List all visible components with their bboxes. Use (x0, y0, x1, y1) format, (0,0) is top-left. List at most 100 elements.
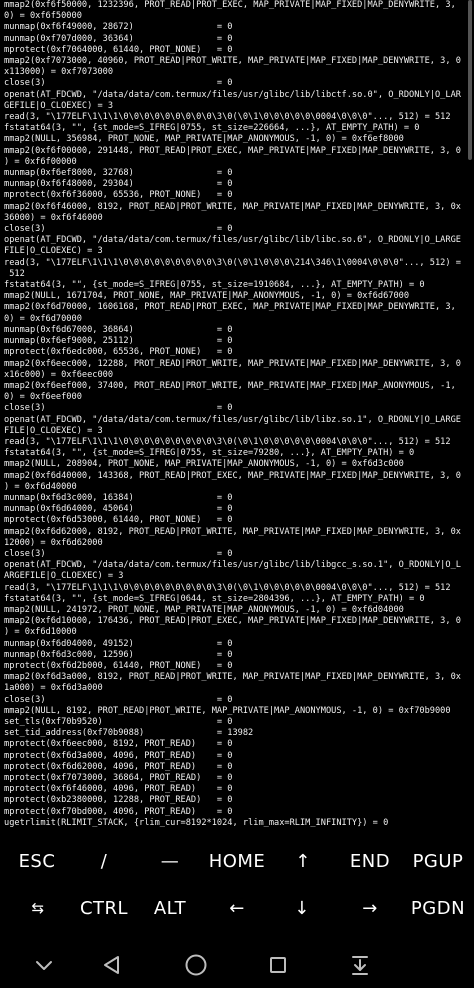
terminal-line: openat(AT_FDCWD, "/data/data/com.termux/… (4, 235, 461, 246)
terminal-line: fstatat64(3, "", {st_mode=S_IFREG|0755, … (4, 123, 420, 134)
terminal-output[interactable]: mmap2(0xf6f50000, 1232396, PROT_READ|PRO… (4, 0, 470, 832)
key-home-label: HOME (208, 850, 266, 872)
terminal-line: close(3) = 0 (4, 224, 233, 235)
terminal-line: mmap2(0xf7073000, 40960, PROT_READ|PROT_… (4, 56, 461, 67)
terminal-line: openat(AT_FDCWD, "/data/data/com.termux/… (4, 560, 461, 571)
key-slash[interactable]: / (74, 836, 134, 886)
terminal-line: read(3, "\177ELF\1\1\1\0\0\0\0\0\0\0\0\0… (4, 257, 461, 268)
terminal-line: GEFILE|O_CLOEXEC) = 3 (4, 100, 114, 111)
key-pgup-label: PGUP (412, 850, 464, 872)
terminal-line: 0) = 0xf6eef000 (4, 392, 82, 403)
terminal-line: mmap2(0xf6d10000, 176436, PROT_READ|PROT… (4, 616, 461, 627)
terminal-line: mprotect(0xf6eec000, 8192, PROT_READ) = … (4, 739, 233, 750)
key-esc[interactable]: ESC (0, 836, 74, 886)
terminal-line: ugetrlimit(RLIMIT_STACK, {rlim_cur=8192*… (4, 817, 389, 828)
key-down[interactable]: ↓ (266, 883, 338, 933)
extra-keys-bar: ESC / — HOME ↑ END PGUP ⇆ CTRL ALT ← ↓ → PGDN (0, 832, 474, 942)
terminal-line: ARGEFILE|O_CLOEXEC) = 3 (4, 571, 124, 582)
terminal-line: mprotect(0xf6d53000, 61440, PROT_NONE) =… (4, 515, 233, 526)
terminal-line: set_tid_address(0xf70b9088) = 13982 (4, 728, 254, 739)
recents-square-icon[interactable] (248, 942, 308, 988)
terminal-line: FILE|O_CLOEXEC) = 3 (4, 246, 103, 257)
key-pgup[interactable]: PGUP (402, 836, 474, 886)
terminal-line: close(3) = 0 (4, 403, 233, 414)
terminal-line: mprotect(0xf6d3a000, 4096, PROT_READ) = … (4, 750, 233, 761)
terminal-text: mmap2(0xf6f50000, 1232396, PROT_READ|PRO… (4, 0, 470, 829)
terminal-line: mprotect(0xf6edc000, 65536, PROT_NONE) =… (4, 347, 233, 358)
extra-keys-row-1: ESC / — HOME ↑ END PGUP (0, 836, 474, 886)
terminal-line: mprotect(0xf70bd000, 4096, PROT_READ) = … (4, 806, 233, 817)
terminal-line: read(3, "\177ELF\1\1\1\0\0\0\0\0\0\0\0\0… (4, 436, 451, 447)
terminal-line: mmap2(0xf6eec000, 12288, PROT_READ|PROT_… (4, 358, 461, 369)
key-alt[interactable]: ALT (132, 883, 208, 933)
terminal-line: ) = 0xf6d40000 (4, 481, 77, 492)
key-left[interactable]: ← (208, 883, 266, 933)
terminal-line: mmap2(NULL, 356984, PROT_NONE, MAP_PRIVA… (4, 134, 404, 145)
terminal-line: munmap(0xf6d04000, 49152) = 0 (4, 638, 233, 649)
key-tab[interactable]: ⇆ (0, 883, 76, 933)
key-left-label: ← (229, 897, 245, 919)
terminal-line: x113000) = 0xf7073000 (4, 67, 114, 78)
terminal-line: mprotect(0xf6f36000, 65536, PROT_NONE) =… (4, 190, 233, 201)
terminal-line: mprotect(0xf6f46000, 4096, PROT_READ) = … (4, 784, 233, 795)
terminal-line: mprotect(0xf7073000, 36864, PROT_READ) =… (4, 773, 233, 784)
key-ctrl-label: CTRL (79, 897, 129, 919)
terminal-line: mmap2(NULL, 1671704, PROT_NONE, MAP_PRIV… (4, 291, 410, 302)
terminal-line: mmap2(0xf6d40000, 143368, PROT_READ|PROT… (4, 470, 461, 481)
terminal-line: mmap2(NULL, 8192, PROT_READ|PROT_WRITE, … (4, 705, 451, 716)
terminal-line: munmap(0xf6d3c000, 12596) = 0 (4, 649, 233, 660)
key-pgdn[interactable]: PGDN (402, 883, 474, 933)
key-down-label: ↓ (294, 897, 310, 919)
terminal-line: munmap(0xf6d3c000, 16384) = 0 (4, 492, 233, 503)
terminal-line: mmap2(0xf6f50000, 1232396, PROT_READ|PRO… (4, 0, 456, 10)
terminal-line: munmap(0xf6d64000, 45064) = 0 (4, 504, 233, 515)
key-pgdn-label: PGDN (410, 897, 466, 919)
back-triangle-icon[interactable] (82, 942, 142, 988)
key-right-label: → (362, 897, 378, 919)
terminal-line: 512 (4, 268, 25, 279)
key-slash-label: / (100, 850, 108, 872)
terminal-line: read(3, "\177ELF\1\1\1\0\0\0\0\0\0\0\0\0… (4, 582, 451, 593)
terminal-line: munmap(0xf6f48000, 29304) = 0 (4, 179, 233, 190)
tab-icon: ⇆ (31, 899, 45, 917)
terminal-line: ) = 0xf6f00000 (4, 156, 77, 167)
terminal-line: fstatat64(3, "", {st_mode=S_IFREG|0755, … (4, 280, 425, 291)
key-up[interactable]: ↑ (268, 836, 338, 886)
terminal-line: x16c000) = 0xf6eec000 (4, 369, 114, 380)
terminal-line: set_tls(0xf70b9520) = 0 (4, 717, 233, 727)
terminal-line: fstatat64(3, "", {st_mode=S_IFREG|0755, … (4, 448, 415, 459)
key-alt-label: ALT (153, 897, 187, 919)
terminal-line: mmap2(0xf6f46000, 8192, PROT_READ|PROT_W… (4, 201, 461, 212)
key-ctrl[interactable]: CTRL (76, 883, 132, 933)
terminal-line: mmap2(0xf6d3a000, 8192, PROT_READ|PROT_W… (4, 672, 461, 683)
terminal-line: mprotect(0xf6d2b000, 61440, PROT_NONE) =… (4, 660, 233, 671)
terminal-line: mmap2(0xf6d70000, 1606168, PROT_READ|PRO… (4, 302, 456, 313)
terminal-line: mmap2(NULL, 241972, PROT_NONE, MAP_PRIVA… (4, 604, 404, 615)
terminal-line: 0) = 0xf6d70000 (4, 313, 82, 324)
terminal-line: ) = 0xf6d10000 (4, 627, 77, 638)
terminal-line: close(3) = 0 (4, 694, 233, 705)
terminal-line: mprotect(0xb2380000, 12288, PROT_READ) =… (4, 795, 233, 806)
terminal-line: munmap(0xf707d000, 36364) = 0 (4, 33, 233, 44)
terminal-scrollbar[interactable] (468, 0, 472, 160)
extra-keys-row-2: ⇆ CTRL ALT ← ↓ → PGDN (0, 883, 474, 933)
terminal-line: 36000) = 0xf6f46000 (4, 212, 103, 223)
key-right[interactable]: → (338, 883, 402, 933)
terminal-line: munmap(0xf6ef8000, 32768) = 0 (4, 168, 233, 179)
terminal-line: mmap2(0xf6f00000, 291448, PROT_READ|PROT… (4, 145, 461, 156)
collapse-chevron-icon[interactable] (14, 942, 74, 988)
terminal-line: openat(AT_FDCWD, "/data/data/com.termux/… (4, 414, 461, 425)
terminal-line: munmap(0xf6f49000, 28672) = 0 (4, 22, 233, 33)
key-end[interactable]: END (338, 836, 402, 886)
terminal-line: close(3) = 0 (4, 548, 233, 559)
key-home[interactable]: HOME (206, 836, 268, 886)
key-up-label: ↑ (295, 850, 311, 872)
terminal-line: FILE|O_CLOEXEC) = 3 (4, 425, 103, 436)
home-circle-icon[interactable] (166, 942, 226, 988)
notification-pull-icon[interactable] (330, 942, 390, 988)
system-navigation-bar (0, 942, 474, 988)
key-dash[interactable]: — (134, 836, 206, 886)
terminal-line: mprotect(0xf6d62000, 4096, PROT_READ) = … (4, 761, 233, 772)
key-dash-label: — (160, 850, 180, 872)
terminal-line: 1a000) = 0xf6d3a000 (4, 683, 103, 694)
